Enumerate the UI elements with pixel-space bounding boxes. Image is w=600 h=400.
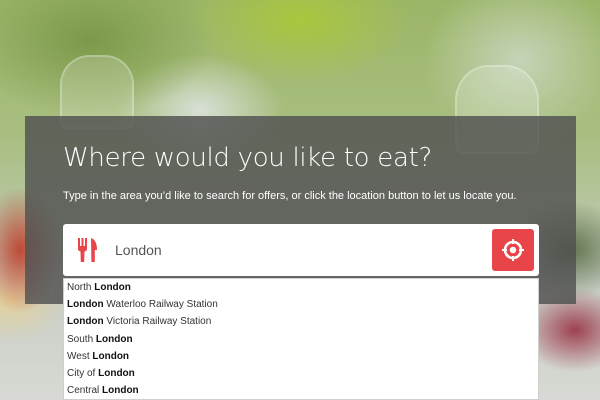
locate-me-button[interactable] [492, 229, 534, 271]
page: Where would you like to eat? Type in the… [0, 0, 600, 400]
suggestion-item[interactable]: South London [64, 331, 538, 348]
suggestion-item[interactable]: City of London [64, 365, 538, 382]
page-subtitle: Type in the area you’d like to search fo… [63, 190, 517, 202]
crosshair-icon [502, 239, 524, 261]
suggestion-item[interactable]: London Waterloo Railway Station [64, 296, 538, 313]
suggestion-item[interactable]: Central London [64, 382, 538, 399]
suggestion-item[interactable]: West London [64, 348, 538, 365]
location-search-input[interactable] [115, 238, 475, 262]
search-bar [63, 224, 539, 276]
fork-knife-icon [77, 238, 99, 262]
suggestion-item[interactable]: London Victoria Railway Station [64, 313, 538, 330]
page-title: Where would you like to eat? [63, 143, 432, 173]
autocomplete-dropdown: North London London Waterloo Railway Sta… [63, 278, 539, 400]
suggestion-item[interactable]: North London [64, 279, 538, 296]
